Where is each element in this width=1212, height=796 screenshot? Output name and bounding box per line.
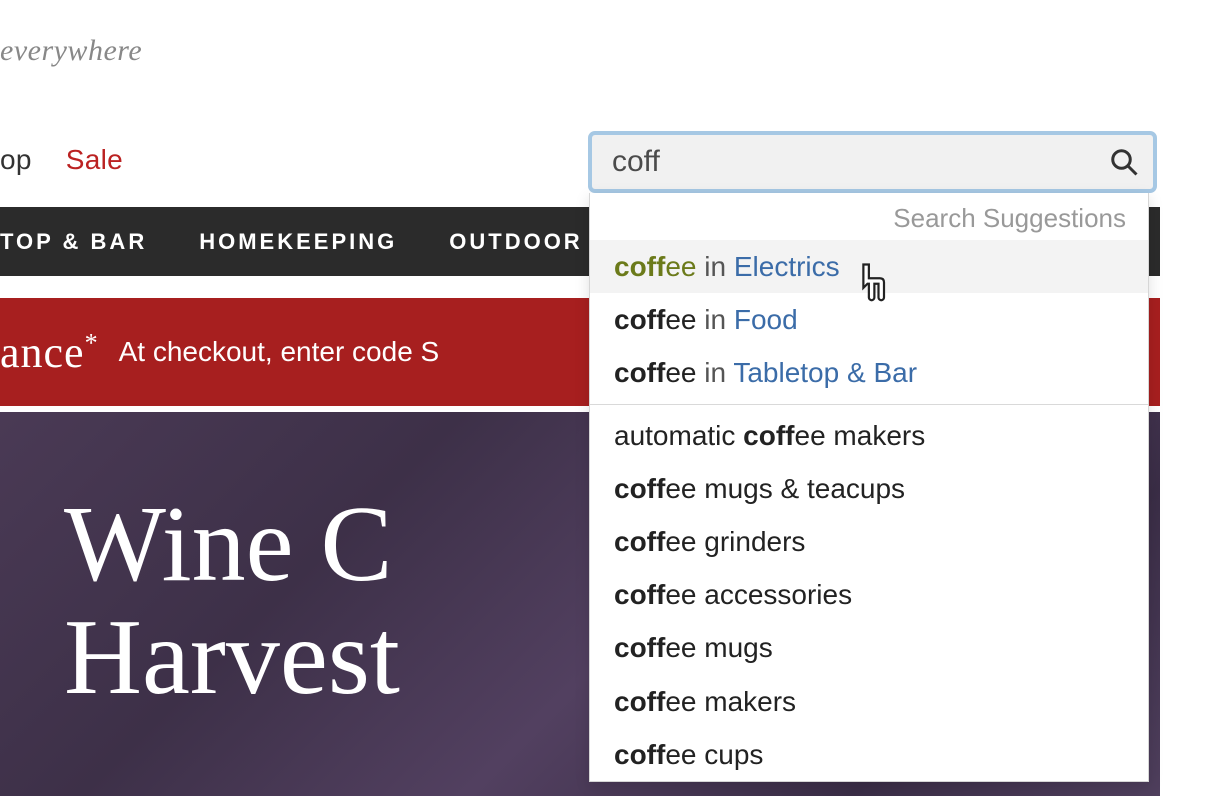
suggestion-item[interactable]: coffee grinders [590,515,1148,568]
suggestions-header: Search Suggestions [590,193,1148,240]
suggestion-item[interactable]: coffee mugs [590,621,1148,674]
suggestion-category-item[interactable]: coffee in Tabletop & Bar [590,346,1148,399]
promo-headline: ance* [0,327,99,378]
search-suggestions-dropdown: Search Suggestions coffee in Electrics c… [589,193,1149,782]
promo-subtext: At checkout, enter code S [99,336,440,368]
suggestion-divider [590,404,1148,405]
logo-tagline: everywhere [0,34,142,68]
search-input[interactable] [612,145,1109,179]
suggestion-item[interactable]: coffee makers [590,675,1148,728]
cat-tabletop-bar[interactable]: TOP & BAR [0,229,147,255]
cat-homekeeping[interactable]: HOMEKEEPING [199,229,397,255]
suggestion-item[interactable]: coffee cups [590,728,1148,781]
suggestion-item[interactable]: automatic coffee makers [590,409,1148,462]
suggestion-item[interactable]: coffee mugs & teacups [590,462,1148,515]
search-container: Search Suggestions coffee in Electrics c… [588,131,1157,193]
nav-sale[interactable]: Sale [66,144,123,176]
suggestion-category-item[interactable]: coffee in Food [590,293,1148,346]
suggestion-category-item[interactable]: coffee in Electrics [590,240,1148,293]
top-nav: op Sale [0,144,123,176]
asterisk-icon: * [85,328,99,357]
suggestion-item[interactable]: coffee accessories [590,568,1148,621]
cat-outdoor[interactable]: OUTDOOR [449,229,582,255]
search-icon[interactable] [1109,147,1139,177]
nav-shop[interactable]: op [0,144,32,176]
search-box [588,131,1157,193]
